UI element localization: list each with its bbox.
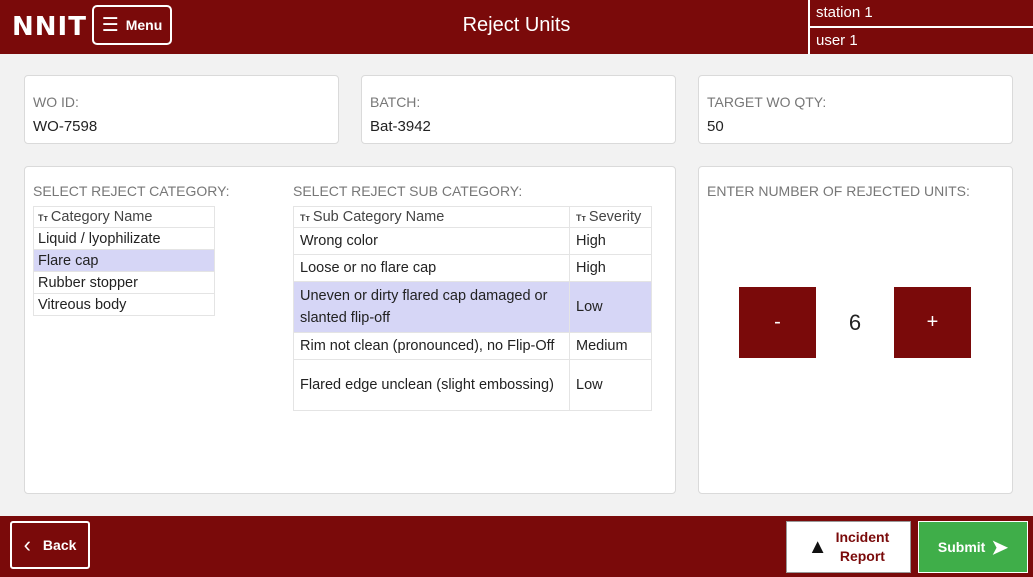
station-label: station 1: [810, 0, 1033, 28]
category-item: Vitreous body: [33, 293, 215, 316]
target-qty-label: TARGET WO QTY:: [707, 94, 827, 110]
table-row[interactable]: Wrong color High: [293, 227, 652, 255]
subcategory-column-header: Tт Sub Category Name: [293, 206, 570, 228]
batch-value: Bat-3942: [370, 118, 431, 135]
incident-report-label: Incident Report: [836, 528, 890, 566]
table-row[interactable]: Vitreous body: [33, 293, 215, 316]
back-label: Back: [42, 537, 77, 553]
category-section-label: SELECT REJECT CATEGORY:: [33, 183, 230, 199]
chevron-left-icon: ‹: [23, 532, 31, 557]
subcategory-column-header-text: Sub Category Name: [312, 209, 445, 225]
incident-label-line2: Report: [839, 548, 885, 564]
submit-button[interactable]: Submit ➤: [918, 521, 1028, 573]
app-footer: ‹ Back ▲ Incident Report Submit ➤: [0, 516, 1033, 577]
category-item: Rubber stopper: [33, 271, 215, 294]
table-row[interactable]: Flared edge unclean (slight embossing) L…: [293, 359, 652, 411]
rejected-units-card: ENTER NUMBER OF REJECTED UNITS: - 6 +: [698, 166, 1013, 494]
text-type-icon: Tт: [576, 213, 586, 223]
table-row[interactable]: Rim not clean (pronounced), no Flip-Off …: [293, 332, 652, 360]
reject-category-card: SELECT REJECT CATEGORY: Tт Category Name …: [24, 166, 676, 494]
table-row[interactable]: Uneven or dirty flared cap damaged or sl…: [293, 281, 652, 333]
subcategory-severity: Medium: [569, 332, 652, 360]
rejected-units-input[interactable]: 6: [816, 287, 894, 358]
wo-id-card: WO ID: WO-7598: [24, 75, 339, 144]
batch-card: BATCH: Bat-3942: [361, 75, 676, 144]
station-user-box: station 1 user 1: [808, 0, 1033, 54]
batch-label: BATCH:: [370, 94, 421, 110]
target-qty-value: 50: [707, 118, 724, 135]
category-column-header-text: Category Name: [50, 209, 153, 225]
text-type-icon: Tт: [38, 213, 48, 223]
category-item: Flare cap: [33, 249, 215, 272]
back-button[interactable]: ‹ Back: [10, 521, 90, 569]
subcategory-name: Uneven or dirty flared cap damaged or sl…: [293, 281, 570, 333]
subcategory-severity: Low: [569, 359, 652, 411]
subcategory-table: Tт Sub Category Name Tт Severity Wrong col…: [293, 206, 652, 411]
text-type-icon: Tт: [300, 213, 310, 223]
subcategory-severity: High: [569, 227, 652, 255]
table-row[interactable]: Flare cap: [33, 249, 215, 272]
category-item: Liquid / lyophilizate: [33, 227, 215, 250]
send-arrow-icon: ➤: [991, 536, 1009, 559]
target-qty-card: TARGET WO QTY: 50: [698, 75, 1013, 144]
subcategory-section-label: SELECT REJECT SUB CATEGORY:: [293, 183, 523, 199]
wo-id-label: WO ID:: [33, 94, 79, 110]
severity-column-header: Tт Severity: [569, 206, 652, 228]
subcategory-severity: High: [569, 254, 652, 282]
increment-button[interactable]: +: [894, 287, 971, 358]
table-row[interactable]: Liquid / lyophilizate: [33, 227, 215, 250]
user-label: user 1: [816, 32, 858, 49]
severity-column-header-text: Severity: [588, 209, 642, 225]
table-row[interactable]: Rubber stopper: [33, 271, 215, 294]
category-table: Tт Category Name Liquid / lyophilizate Fl…: [33, 206, 215, 316]
category-column-header: Tт Category Name: [33, 206, 215, 228]
app-header: NNIT ☰ Menu Reject Units station 1 user …: [0, 0, 1033, 54]
table-row[interactable]: Loose or no flare cap High: [293, 254, 652, 282]
submit-label: Submit: [937, 539, 986, 555]
subcategory-name: Wrong color: [293, 227, 570, 255]
subcategory-name: Flared edge unclean (slight embossing): [293, 359, 570, 411]
subcategory-severity: Low: [569, 281, 652, 333]
warning-icon: ▲: [807, 535, 828, 558]
rejected-units-label: ENTER NUMBER OF REJECTED UNITS:: [707, 183, 970, 199]
subcategory-name: Rim not clean (pronounced), no Flip-Off: [293, 332, 570, 360]
decrement-button[interactable]: -: [739, 287, 816, 358]
wo-id-value: WO-7598: [33, 118, 98, 135]
incident-label-line1: Incident: [835, 529, 890, 545]
incident-report-button[interactable]: ▲ Incident Report: [786, 521, 911, 573]
subcategory-name: Loose or no flare cap: [293, 254, 570, 282]
